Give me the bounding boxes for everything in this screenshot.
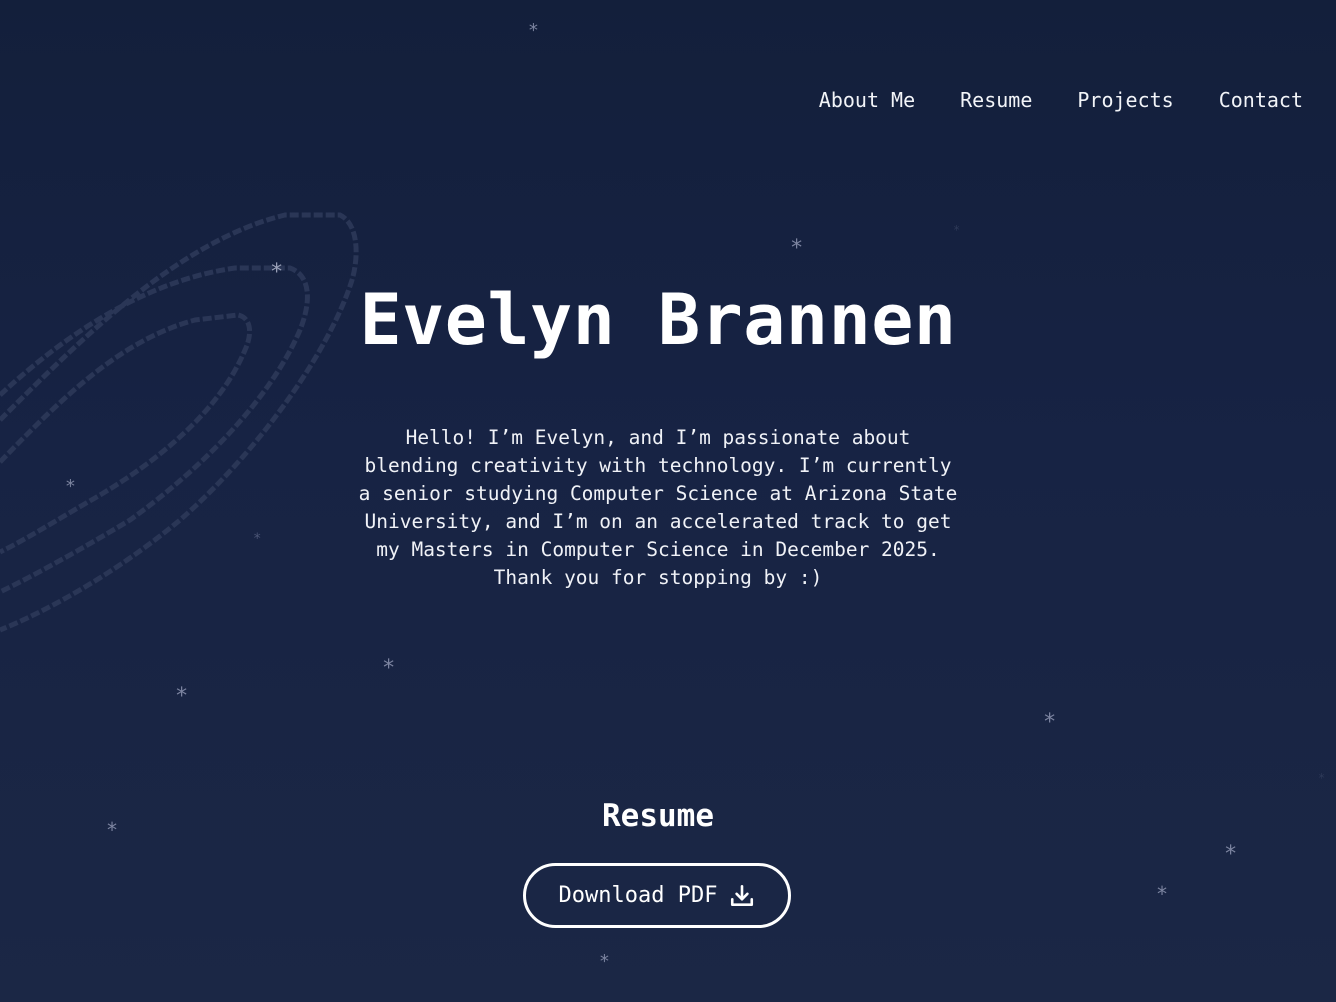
resume-heading: Resume [602,798,714,834]
star-icon: * [1043,710,1057,735]
star-icon: * [175,684,189,709]
download-pdf-button[interactable]: Download PDF [523,863,791,928]
nav-link-projects[interactable]: Projects [1077,86,1173,114]
star-icon: * [382,656,396,681]
star-icon: * [528,20,539,41]
star-icon: * [253,531,262,547]
nav-link-resume[interactable]: Resume [960,86,1032,114]
download-button-label: Download PDF [558,883,718,908]
download-icon [731,884,754,906]
top-nav: About Me Resume Projects Contact [819,86,1303,114]
nav-link-contact[interactable]: Contact [1219,86,1303,114]
star-icon: * [1224,842,1238,867]
star-icon: * [65,476,76,497]
nav-link-about-me[interactable]: About Me [819,86,915,114]
star-icon: * [599,951,610,972]
star-icon: * [1318,771,1326,785]
star-icon: * [790,236,804,261]
star-icon: * [953,223,961,237]
swirl-decoration [0,212,359,633]
star-icon: * [1156,882,1169,906]
page-title: Evelyn Brannen [359,279,957,361]
intro-text: Hello! I’m Evelyn, and I’m passionate ab… [358,426,958,589]
